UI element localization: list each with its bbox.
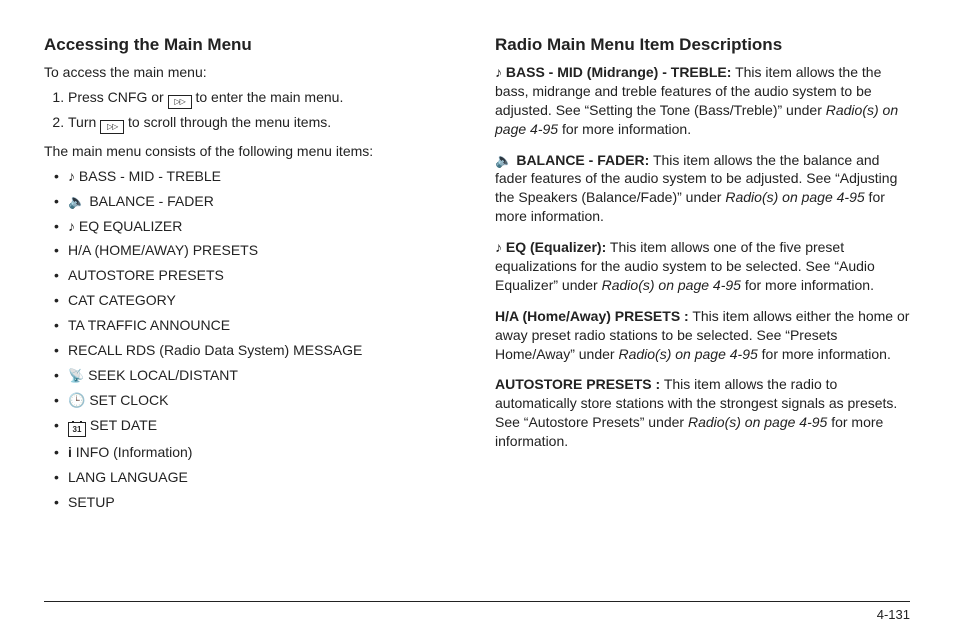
left-column: Accessing the Main Menu To access the ma… [44,34,459,582]
step-1-text-b: to enter the main menu. [195,89,343,105]
info-icon: i [68,444,76,460]
music-note-icon: ♪ [68,168,79,184]
desc-lead: AUTOSTORE PRESETS : [495,376,660,392]
list-item: i INFO (Information) [68,443,459,462]
music-note-icon: ♪ [495,64,506,80]
step-2-text-b: to scroll through the menu items. [128,114,331,130]
list-item-label: INFO (Information) [76,444,193,460]
antenna-icon: 📡 [68,367,84,385]
music-note-icon: ♪ [495,239,506,255]
right-column: Radio Main Menu Item Descriptions ♪ BASS… [495,34,910,582]
list-item: CAT CATEGORY [68,291,459,310]
clock-icon: 🕒 [68,392,89,408]
list-item-label: AUTOSTORE PRESETS [68,267,224,283]
list-item-label: SETUP [68,494,115,510]
list-item: RECALL RDS (Radio Data System) MESSAGE [68,341,459,360]
list-item: LANG LANGUAGE [68,468,459,487]
list-item-label: CAT CATEGORY [68,292,176,308]
list-item-label: TA TRAFFIC ANNOUNCE [68,317,230,333]
list-item: H/A (HOME/AWAY) PRESETS [68,241,459,260]
list-item-label: BALANCE - FADER [89,193,213,209]
music-note-icon: ♪ [68,218,79,234]
list-item: 📡 SEEK LOCAL/DISTANT [68,366,459,386]
desc-ref: Radio(s) on page 4-95 [688,414,827,430]
desc-lead: BASS - MID (Midrange) - TREBLE: [506,64,732,80]
desc-lead: EQ (Equalizer): [506,239,606,255]
list-item-label: SET CLOCK [89,392,168,408]
footer-divider [44,601,910,602]
list-item: ♪ BASS - MID - TREBLE [68,167,459,186]
desc-eq: ♪ EQ (Equalizer): This item allows one o… [495,238,910,295]
list-item-label: H/A (HOME/AWAY) PRESETS [68,242,258,258]
menu-items-intro: The main menu consists of the following … [44,142,459,161]
desc-autostore: AUTOSTORE PRESETS : This item allows the… [495,375,910,451]
intro-text: To access the main menu: [44,63,459,82]
desc-balance: 🔈 BALANCE - FADER: This item allows the … [495,151,910,227]
list-item: AUTOSTORE PRESETS [68,266,459,285]
speaker-icon: 🔈 [68,193,89,209]
desc-ref: Radio(s) on page 4-95 [602,277,741,293]
calendar-icon: 31 [68,422,86,437]
desc-ref: Radio(s) on page 4-95 [725,189,864,205]
heading-descriptions: Radio Main Menu Item Descriptions [495,34,910,57]
list-item: TA TRAFFIC ANNOUNCE [68,316,459,335]
list-item-label: RECALL RDS (Radio Data System) MESSAGE [68,342,362,358]
step-2: Turn to scroll through the menu items. [68,113,459,134]
list-item: 🔈 BALANCE - FADER [68,192,459,211]
list-item-label: SEEK LOCAL/DISTANT [88,367,238,383]
step-1-text-a: Press CNFG or [68,89,168,105]
desc-ha: H/A (Home/Away) PRESETS : This item allo… [495,307,910,364]
list-item: ♪ EQ EQUALIZER [68,217,459,236]
step-1: Press CNFG or to enter the main menu. [68,88,459,109]
list-item: SETUP [68,493,459,512]
desc-body-b: for more information. [558,121,691,137]
desc-bass: ♪ BASS - MID (Midrange) - TREBLE: This i… [495,63,910,139]
manual-page: Accessing the Main Menu To access the ma… [0,0,954,638]
desc-lead: BALANCE - FADER: [516,152,649,168]
speaker-icon: 🔈 [495,152,516,168]
list-item: 🕒 SET CLOCK [68,391,459,410]
heading-accessing-main-menu: Accessing the Main Menu [44,34,459,57]
page-number: 4-131 [877,606,910,624]
menu-items-list: ♪ BASS - MID - TREBLE 🔈 BALANCE - FADER … [44,167,459,512]
two-column-layout: Accessing the Main Menu To access the ma… [44,34,910,582]
step-2-text-a: Turn [68,114,100,130]
list-item: 31 SET DATE [68,416,459,437]
list-item-label: BASS - MID - TREBLE [79,168,221,184]
list-item-label: EQ EQUALIZER [79,218,182,234]
tune-knob-icon [100,120,124,134]
desc-body-b: for more information. [758,346,891,362]
desc-ref: Radio(s) on page 4-95 [618,346,757,362]
desc-lead: H/A (Home/Away) PRESETS : [495,308,689,324]
tune-knob-icon [168,95,192,109]
steps-list: Press CNFG or to enter the main menu. Tu… [44,88,459,134]
list-item-label: SET DATE [90,417,157,433]
list-item-label: LANG LANGUAGE [68,469,188,485]
desc-body-b: for more information. [741,277,874,293]
